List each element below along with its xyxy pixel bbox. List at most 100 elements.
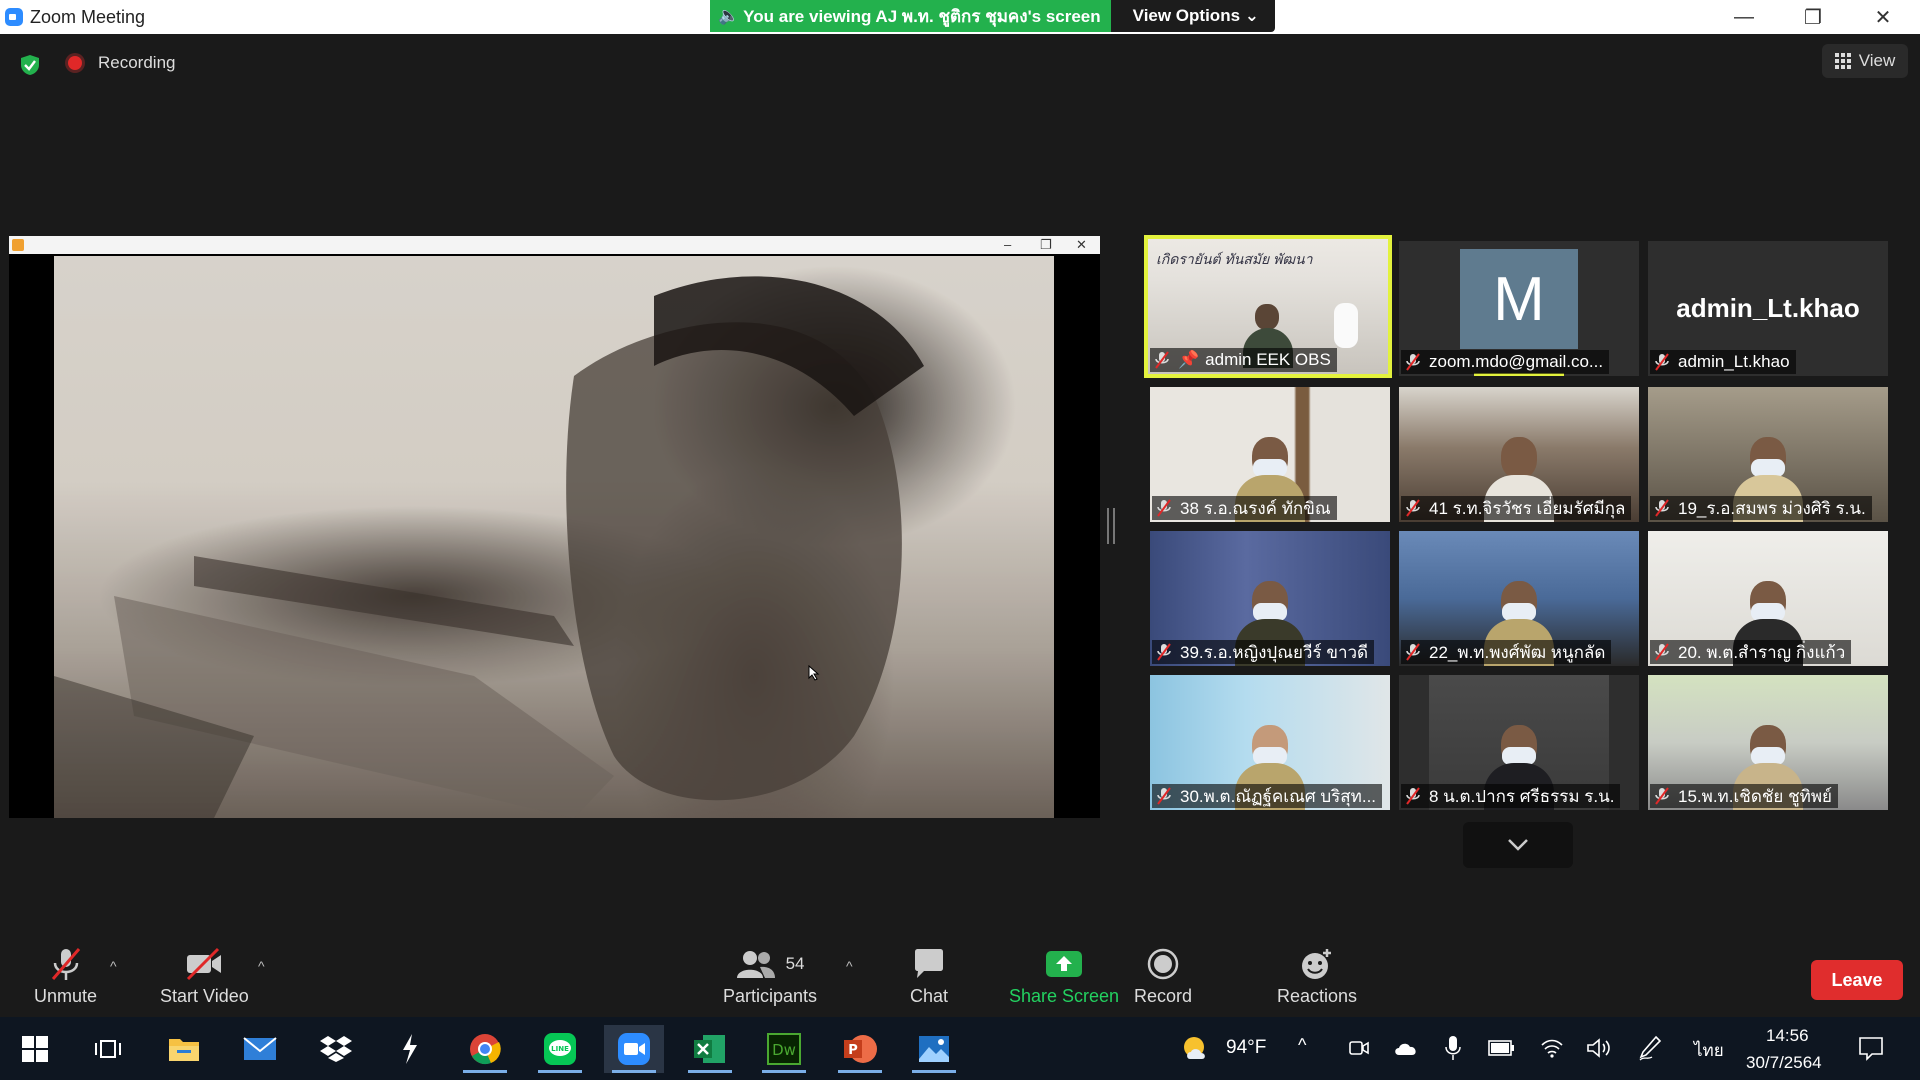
participant-name-text: 19_ร.อ.สมพร ม่วงศิริ ร.น. [1678,498,1866,518]
notifications-icon[interactable] [1858,1035,1884,1061]
participant-name-text: 38 ร.อ.ณรงค์ ทักขิณ [1180,498,1331,518]
excel-app[interactable] [680,1025,740,1073]
reactions-button[interactable]: Reactions [1277,944,1357,1007]
shared-screen[interactable]: – ❐ ✕ [9,236,1100,818]
grid-icon [1834,53,1851,69]
task-view-icon [95,1040,121,1058]
mic-muted-icon [1406,353,1420,371]
minimize-button[interactable]: — [1713,0,1775,34]
mouse-cursor-icon [808,665,820,681]
excel-icon [694,1035,725,1063]
unmute-button[interactable]: Unmute [34,944,97,1007]
pen-icon[interactable] [1638,1035,1662,1061]
participant-tile[interactable]: 41 ร.ท.จิรวัชร เอี่ยมรัศมีกุล [1399,387,1639,522]
participant-name: 30.พ.ต.ณัฏฐ์คเณศ บริสุท... [1152,784,1383,808]
photos-app[interactable] [904,1025,964,1073]
share-screen-button[interactable]: Share Screen [1009,944,1119,1007]
mail-icon [243,1037,277,1060]
input-language[interactable]: ไทย [1694,1037,1724,1064]
participant-display-name: admin_Lt.khao [1676,293,1860,323]
chrome-app[interactable] [455,1025,515,1073]
participant-name: 39.ร.อ.หญิงปุณยวีร์ ขาวดี [1152,640,1375,664]
participant-name: 22_พ.ท.พงศ์พัฒ หนูกลัด [1401,640,1612,664]
participant-tile[interactable]: เกิดรายันต์ ทันสมัย พัฒนา 📌 admin EEK OB… [1144,235,1392,378]
participants-button[interactable]: 54 Participants [723,944,817,1007]
show-hidden-icons-chevron[interactable]: ^ [1298,1035,1306,1056]
meet-now-icon[interactable] [1348,1037,1370,1059]
chat-button[interactable]: Chat [910,944,948,1007]
wall-sign-text: เกิดรายันต์ ทันสมัย พัฒนา [1156,251,1313,267]
clock-time[interactable]: 14:56 [1766,1026,1809,1046]
participant-tile[interactable]: 38 ร.อ.ณรงค์ ทักขิณ [1150,387,1390,522]
participant-tile[interactable]: 15.พ.ท.เชิดชัย ชูทิพย์ [1648,675,1888,810]
task-view-button[interactable] [78,1025,138,1073]
powerpoint-app[interactable]: P [830,1025,890,1073]
dropbox-app[interactable] [306,1025,366,1073]
reactions-label: Reactions [1277,986,1358,1006]
participant-tile[interactable]: 8 น.ต.ปากร ศรีธรรม ร.น. [1399,675,1639,810]
next-page-button[interactable] [1463,822,1573,868]
audio-options-caret[interactable]: ^ [110,958,117,974]
weather-sun-icon[interactable] [1182,1035,1214,1063]
view-label: View [1858,51,1896,70]
video-still-illustration [54,276,924,818]
mail-app[interactable] [230,1025,290,1073]
pinned-app[interactable] [380,1025,440,1073]
mic-muted-icon [1157,643,1171,661]
mic-muted-icon [1655,353,1669,371]
file-explorer-app[interactable] [154,1025,214,1073]
participant-name: 20. พ.ต.สำราญ กิ่งแก้ว [1650,640,1852,664]
participant-tile[interactable]: 19_ร.อ.สมพร ม่วงศิริ ร.น. [1648,387,1888,522]
participant-name-text: admin EEK OBS [1205,350,1331,369]
leave-button[interactable]: Leave [1811,960,1903,1000]
start-button[interactable] [5,1025,65,1073]
participant-name-text: zoom.mdo@gmail.co... [1429,352,1604,371]
participant-name: 38 ร.อ.ณรงค์ ทักขิณ [1152,496,1337,520]
participant-tile[interactable]: 30.พ.ต.ณัฏฐ์คเณศ บริสุท... [1150,675,1390,810]
running-indicator [688,1070,732,1073]
chrome-icon [470,1034,501,1065]
participant-tile[interactable]: 22_พ.ท.พงศ์พัฒ หนูกลัด [1399,531,1639,666]
mic-muted-icon [1655,787,1669,805]
media-player-icon [12,239,24,251]
zoom-icon [618,1033,650,1065]
title-bar: Zoom Meeting 🔈 You are viewing AJ พ.ท. ช… [0,0,1920,34]
close-button[interactable]: ✕ [1852,0,1914,34]
dreamweaver-app[interactable]: Dw [754,1025,814,1073]
shared-minimize: – [1004,237,1012,252]
running-indicator [612,1070,656,1073]
reactions-icon [1302,949,1332,979]
zoom-app[interactable] [604,1025,664,1073]
participants-label: Participants [723,986,818,1006]
participant-tile[interactable]: admin_Lt.khao admin_Lt.khao [1648,241,1888,376]
participant-tile[interactable]: 20. พ.ต.สำราญ กิ่งแก้ว [1648,531,1888,666]
participant-name: 8 น.ต.ปากร ศรีธรรม ร.น. [1401,784,1621,808]
view-button[interactable]: View [1822,44,1908,78]
onedrive-cloud-icon[interactable] [1393,1039,1419,1057]
participant-name-text: 39.ร.อ.หญิงปุณยวีร์ ขาวดี [1180,642,1369,662]
restore-button[interactable]: ❐ [1782,0,1844,34]
mic-muted-icon [1655,643,1669,661]
split-drag-handle[interactable] [1107,508,1115,544]
shield-icon[interactable] [20,54,40,76]
participant-name-text: 30.พ.ต.ณัฏฐ์คเณศ บริสุท... [1180,786,1377,806]
record-button[interactable]: Record [1134,944,1192,1007]
chevron-down-icon [1508,839,1528,851]
microphone-icon[interactable] [1445,1035,1461,1061]
line-app[interactable]: LINE [530,1025,590,1073]
shared-restore: ❐ [1040,237,1052,252]
weather-temperature[interactable]: 94°F [1226,1037,1266,1059]
participant-tile[interactable]: M zoom.mdo@gmail.co... [1399,241,1639,376]
share-screen-label: Share Screen [1009,986,1120,1006]
lightning-app-icon [403,1034,417,1064]
start-video-button[interactable]: Start Video [160,944,249,1007]
video-options-caret[interactable]: ^ [258,958,265,974]
participant-name: 19_ร.อ.สมพร ม่วงศิริ ร.น. [1650,496,1872,520]
volume-icon[interactable] [1586,1037,1612,1059]
battery-icon[interactable] [1488,1039,1516,1057]
participants-options-caret[interactable]: ^ [846,958,853,974]
clock-date[interactable]: 30/7/2564 [1746,1053,1822,1073]
participant-tile[interactable]: 39.ร.อ.หญิงปุณยวีร์ ขาวดี [1150,531,1390,666]
wifi-icon[interactable] [1540,1037,1564,1059]
view-options-button[interactable]: View Options ⌄ [1110,0,1275,32]
